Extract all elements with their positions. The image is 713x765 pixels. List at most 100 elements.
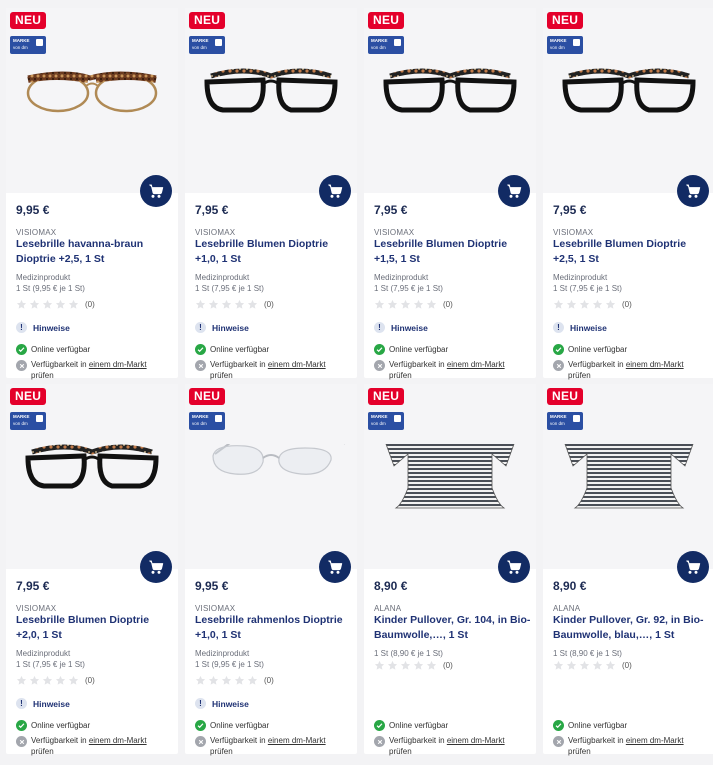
store-check-link[interactable]: einem dm-Markt (268, 736, 326, 745)
product-unit-price: 1 St (8,90 € je 1 St) (374, 649, 443, 658)
store-check-link[interactable]: einem dm-Markt (447, 736, 505, 745)
hinweise-link[interactable]: ! Hinweise (16, 698, 70, 709)
product-tile[interactable]: NEU MARKE von dm 9,95 € VISIOMAX Lesebri… (6, 8, 178, 381)
product-image-area[interactable]: NEU MARKE von dm (364, 384, 536, 569)
add-to-cart-button[interactable] (319, 175, 351, 207)
product-image-area[interactable]: NEU MARKE von dm (6, 8, 178, 193)
star-icon (68, 675, 79, 685)
rating-stars[interactable]: (0) (553, 660, 632, 671)
add-to-cart-button[interactable] (140, 551, 172, 583)
store-availability: Verfügbarkeit in einem dm-Markt prüfen (374, 735, 505, 757)
product-unit-price: 1 St (9,95 € je 1 St) (195, 660, 264, 669)
rating-count: (0) (264, 676, 274, 685)
star-icon (221, 675, 232, 685)
store-check-link[interactable]: einem dm-Markt (89, 360, 147, 369)
product-image-area[interactable]: NEU MARKE von dm (543, 384, 713, 569)
online-label: Online verfügbar (389, 721, 449, 730)
product-title[interactable]: Lesebrille Blumen Dioptrie +1,0, 1 St (195, 237, 353, 267)
rating-stars[interactable]: (0) (374, 299, 453, 310)
product-tile[interactable]: NEU MARKE von dm 7,95 € VISIOMAX Lesebri… (543, 8, 713, 380)
rating-stars[interactable]: (0) (195, 675, 274, 686)
product-title[interactable]: Lesebrille havanna-braun Dioptrie +2,5, … (16, 237, 174, 267)
rating-stars[interactable]: (0) (195, 299, 274, 310)
hinweise-label: Hinweise (212, 698, 249, 709)
hinweise-link[interactable]: ! Hinweise (374, 322, 428, 333)
star-icon (195, 675, 206, 685)
star-icon (55, 299, 66, 309)
product-category: Medizinprodukt (553, 273, 608, 282)
hinweise-link[interactable]: ! Hinweise (553, 322, 607, 333)
star-icon (426, 299, 437, 309)
product-image-area[interactable]: NEU MARKE von dm (6, 384, 178, 569)
online-availability: Online verfügbar (553, 720, 627, 731)
store-check-link[interactable]: einem dm-Markt (268, 360, 326, 369)
new-badge: NEU (547, 388, 584, 405)
store-check-link[interactable]: einem dm-Markt (626, 360, 684, 369)
check-circle-icon (374, 720, 385, 731)
rating-stars[interactable]: (0) (553, 299, 632, 310)
product-image-area[interactable]: NEU MARKE von dm (364, 8, 536, 193)
product-tile[interactable]: NEU MARKE von dm 7,95 € VISIOMAX Lesebri… (185, 8, 357, 380)
check-circle-icon (195, 720, 206, 731)
product-price: 7,95 € (553, 203, 587, 217)
product-category: Medizinprodukt (16, 649, 71, 658)
rating-count: (0) (85, 300, 95, 309)
dm-brand-badge: MARKE von dm (547, 412, 583, 430)
store-availability: Verfügbarkeit in einem dm-Markt prüfen (16, 735, 147, 757)
star-icon (42, 675, 53, 685)
product-image-area[interactable]: NEU MARKE von dm (185, 384, 357, 569)
info-icon: ! (374, 322, 385, 333)
online-label: Online verfügbar (31, 345, 91, 354)
online-label: Online verfügbar (568, 721, 628, 730)
hinweise-link[interactable]: ! Hinweise (195, 698, 249, 709)
check-circle-icon (195, 344, 206, 355)
product-title[interactable]: Kinder Pullover, Gr. 92, in Bio-Baumwoll… (553, 613, 711, 643)
star-icon (29, 675, 40, 685)
rating-stars[interactable]: (0) (374, 660, 453, 671)
star-icon (553, 660, 564, 670)
check-circle-icon (16, 344, 27, 355)
product-tile[interactable]: NEU MARKE von dm 9,95 € VISIOMAX Lesebri… (185, 384, 357, 756)
new-badge: NEU (189, 12, 226, 29)
glasses-black-icon (543, 68, 713, 193)
star-icon (208, 299, 219, 309)
add-to-cart-button[interactable] (140, 175, 172, 207)
dm-brand-badge: MARKE von dm (10, 412, 46, 430)
online-label: Online verfügbar (210, 345, 270, 354)
store-check-link[interactable]: einem dm-Markt (447, 360, 505, 369)
store-check-link[interactable]: einem dm-Markt (89, 736, 147, 745)
add-to-cart-button[interactable] (319, 551, 351, 583)
check-circle-icon (374, 344, 385, 355)
product-image-area[interactable]: NEU MARKE von dm (185, 8, 357, 193)
online-label: Online verfügbar (568, 345, 628, 354)
rating-stars[interactable]: (0) (16, 675, 95, 686)
hinweise-link[interactable]: ! Hinweise (16, 322, 70, 333)
product-tile[interactable]: NEU MARKE von dm 7,95 € VISIOMAX Lesebri… (364, 8, 536, 380)
add-to-cart-button[interactable] (498, 175, 530, 207)
star-icon (426, 660, 437, 670)
product-title[interactable]: Lesebrille rahmenlos Dioptrie +1,0, 1 St (195, 613, 353, 643)
star-icon (374, 660, 385, 670)
rating-stars[interactable]: (0) (16, 299, 95, 310)
product-tile[interactable]: NEU MARKE von dm 8,90 € ALANA Kinder Pul… (543, 384, 713, 756)
x-circle-icon (16, 736, 27, 747)
product-image-area[interactable]: NEU MARKE von dm (543, 8, 713, 193)
hinweise-link[interactable]: ! Hinweise (195, 322, 249, 333)
product-unit-price: 1 St (9,95 € je 1 St) (16, 284, 85, 293)
product-title[interactable]: Lesebrille Blumen Dioptrie +1,5, 1 St (374, 237, 532, 267)
star-icon (234, 299, 245, 309)
online-availability: Online verfügbar (374, 344, 448, 355)
product-tile[interactable]: NEU MARKE von dm 8,90 € ALANA Kinder Pul… (364, 384, 536, 757)
rating-count: (0) (443, 661, 453, 670)
product-title[interactable]: Lesebrille Blumen Dioptrie +2,0, 1 St (16, 613, 174, 643)
product-tile[interactable]: NEU MARKE von dm 7,95 € VISIOMAX Lesebri… (6, 384, 178, 757)
product-unit-price: 1 St (7,95 € je 1 St) (16, 660, 85, 669)
store-availability: Verfügbarkeit in einem dm-Markt prüfen (16, 359, 147, 381)
product-title[interactable]: Kinder Pullover, Gr. 104, in Bio-Baumwol… (374, 613, 532, 643)
product-title[interactable]: Lesebrille Blumen Dioptrie +2,5, 1 St (553, 237, 711, 267)
star-icon (413, 299, 424, 309)
add-to-cart-button[interactable] (498, 551, 530, 583)
add-to-cart-button[interactable] (677, 551, 709, 583)
add-to-cart-button[interactable] (677, 175, 709, 207)
store-check-link[interactable]: einem dm-Markt (626, 736, 684, 745)
